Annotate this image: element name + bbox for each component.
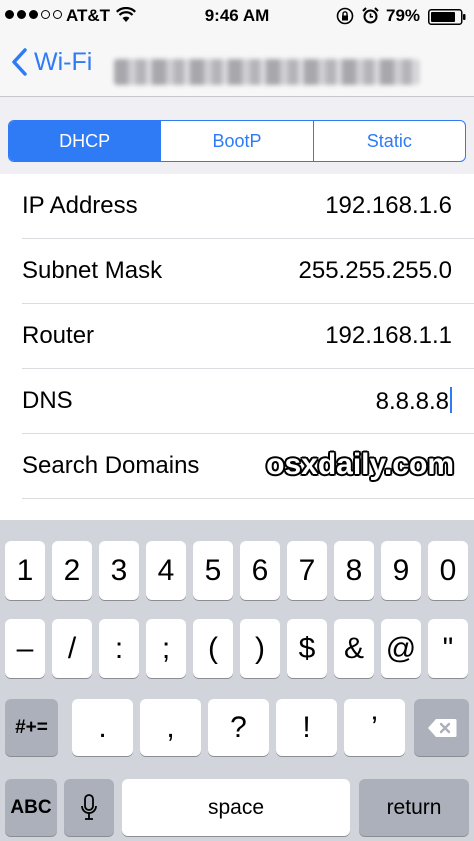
status-bar: AT&T 9:46 AM 79%	[0, 0, 474, 34]
key-question[interactable]: ?	[208, 699, 269, 756]
row-ip-address: IP Address 192.168.1.6	[0, 174, 474, 239]
alarm-icon	[362, 7, 379, 24]
numeric-keyboard: 1 2 3 4 5 6 7 8 9 0 – / : ; ( ) $ & @ " …	[0, 520, 474, 841]
key-semicolon[interactable]: ;	[146, 619, 186, 678]
settings-list: IP Address 192.168.1.6 Subnet Mask 255.2…	[0, 174, 474, 499]
battery-icon	[428, 9, 466, 25]
segment-dhcp[interactable]: DHCP	[9, 121, 161, 161]
router-label: Router	[22, 322, 95, 349]
key-exclamation[interactable]: !	[276, 699, 337, 756]
key-apostrophe[interactable]: ’	[344, 699, 405, 756]
key-dollar[interactable]: $	[287, 619, 327, 678]
row-subnet-mask: Subnet Mask 255.255.255.0	[0, 239, 474, 304]
ip-mode-segmented-control: DHCP BootP Static	[8, 120, 466, 162]
segment-static[interactable]: Static	[312, 121, 465, 161]
key-1[interactable]: 1	[5, 541, 45, 600]
key-comma[interactable]: ,	[140, 699, 201, 756]
key-open-paren[interactable]: (	[193, 619, 233, 678]
carrier-name: AT&T	[66, 6, 111, 25]
key-colon[interactable]: :	[99, 619, 139, 678]
dictation-button[interactable]	[64, 779, 114, 836]
ip-address-label: IP Address	[22, 192, 138, 219]
row-dns[interactable]: DNS 8.8.8.8	[0, 369, 474, 434]
microphone-icon	[81, 793, 97, 820]
key-at[interactable]: @	[381, 619, 421, 678]
key-8[interactable]: 8	[334, 541, 374, 600]
row-router: Router 192.168.1.1	[0, 304, 474, 369]
key-slash[interactable]: /	[52, 619, 92, 678]
backspace-icon	[427, 718, 456, 737]
key-close-paren[interactable]: )	[240, 619, 280, 678]
key-2[interactable]: 2	[52, 541, 92, 600]
key-3[interactable]: 3	[99, 541, 139, 600]
key-ampersand[interactable]: &	[334, 619, 374, 678]
rotation-lock-icon	[336, 7, 354, 25]
chevron-left-icon	[12, 48, 27, 76]
key-5[interactable]: 5	[193, 541, 233, 600]
back-label: Wi-Fi	[34, 47, 93, 76]
key-6[interactable]: 6	[240, 541, 280, 600]
text-cursor	[450, 387, 452, 413]
key-7[interactable]: 7	[287, 541, 327, 600]
key-dash[interactable]: –	[5, 619, 45, 678]
back-button[interactable]: Wi-Fi	[10, 47, 92, 77]
router-value: 192.168.1.1	[325, 322, 452, 349]
dns-field[interactable]: 8.8.8.8	[376, 387, 452, 416]
subnet-mask-label: Subnet Mask	[22, 257, 163, 284]
return-key[interactable]: return	[359, 779, 469, 836]
watermark: osxdaily.com	[266, 448, 454, 481]
key-9[interactable]: 9	[381, 541, 421, 600]
key-period[interactable]: .	[72, 699, 133, 756]
key-more-symbols[interactable]: #+=	[5, 699, 58, 756]
row-search-domains[interactable]: Search Domains osxdaily.com	[0, 434, 474, 499]
network-name-redacted	[114, 59, 419, 85]
segment-bootp[interactable]: BootP	[160, 121, 312, 161]
ip-address-value: 192.168.1.6	[325, 192, 452, 219]
key-0[interactable]: 0	[428, 541, 468, 600]
dns-value: 8.8.8.8	[375, 388, 449, 415]
signal-strength-icon	[5, 10, 62, 19]
navigation-bar: Wi-Fi	[0, 34, 474, 97]
wifi-icon	[116, 7, 136, 22]
segment-area: DHCP BootP Static	[0, 97, 474, 174]
key-4[interactable]: 4	[146, 541, 186, 600]
subnet-mask-value: 255.255.255.0	[298, 257, 452, 284]
dns-label: DNS	[22, 387, 73, 414]
key-quote[interactable]: "	[428, 619, 468, 678]
search-domains-label: Search Domains	[22, 452, 200, 479]
space-bar[interactable]: space	[122, 779, 350, 836]
battery-percentage: 79%	[386, 6, 421, 25]
key-abc[interactable]: ABC	[5, 779, 57, 836]
delete-button[interactable]	[414, 699, 469, 756]
